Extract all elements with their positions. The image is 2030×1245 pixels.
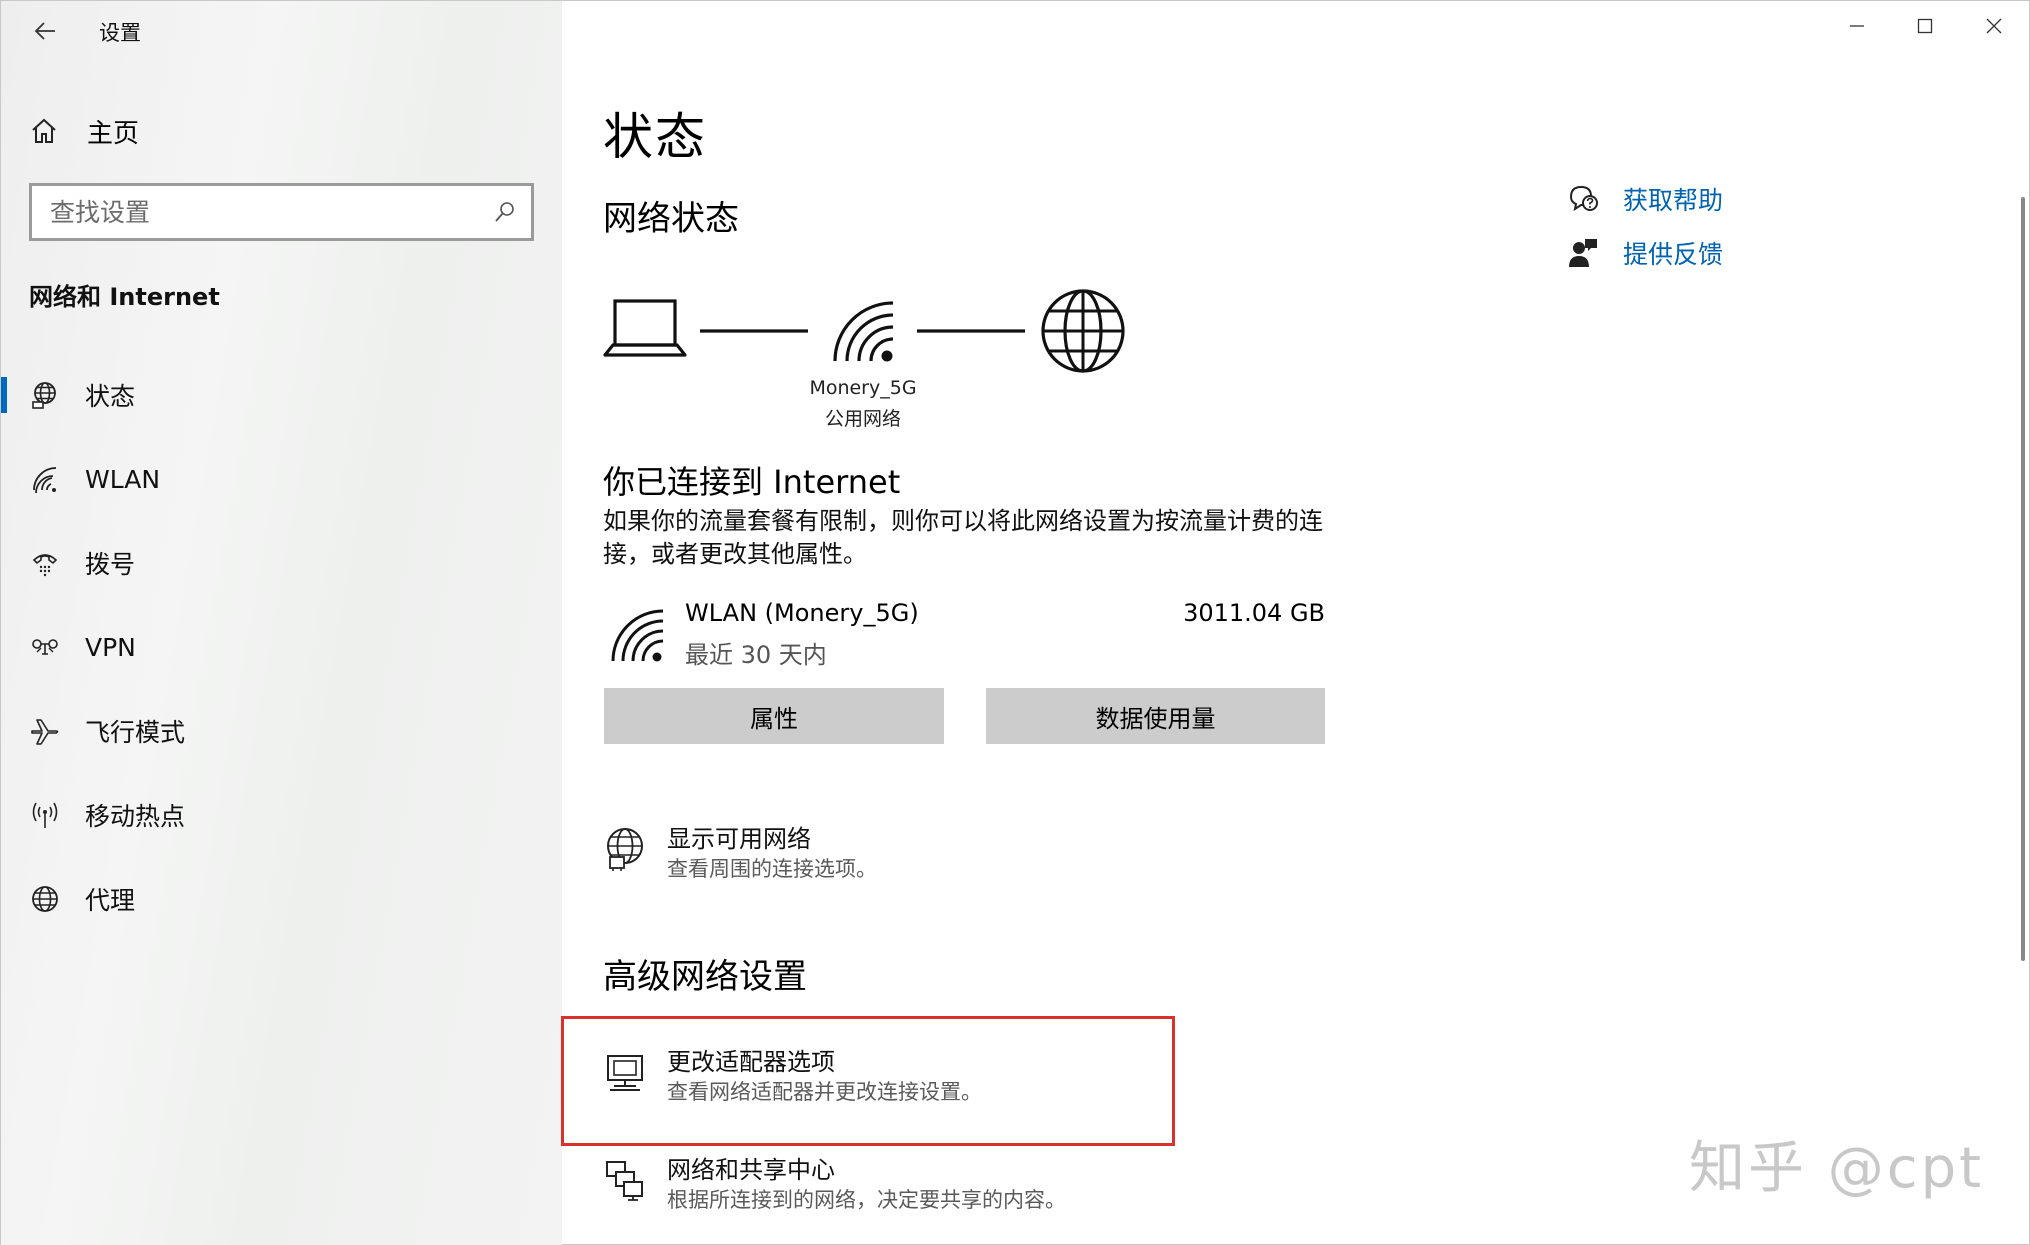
feedback-person-icon — [1567, 237, 1599, 269]
maximize-icon — [1917, 18, 1933, 34]
sidebar-item-hotspot[interactable]: 移动热点 — [1, 785, 562, 845]
back-arrow-icon — [34, 22, 55, 40]
network-globe-icon — [603, 823, 647, 873]
advanced-settings-heading: 高级网络设置 — [603, 957, 807, 997]
laptop-icon — [603, 299, 687, 357]
sidebar-item-airplane[interactable]: 飞行模式 — [1, 701, 562, 761]
wifi-icon — [29, 463, 61, 495]
sidebar-item-label: 移动热点 — [85, 802, 186, 831]
maximize-button[interactable] — [1892, 1, 1958, 51]
minimize-icon — [1850, 25, 1864, 27]
vpn-icon — [29, 631, 61, 663]
dialup-icon — [29, 547, 61, 579]
sharing-center-link[interactable]: 网络和共享中心 根据所连接到的网络，决定要共享的内容。 — [603, 1154, 1066, 1214]
sidebar-item-status[interactable]: 状态 — [1, 365, 562, 425]
network-status-heading: 网络状态 — [603, 199, 739, 239]
sidebar-item-proxy[interactable]: 代理 — [1, 869, 562, 929]
show-networks-desc: 查看周围的连接选项。 — [667, 857, 877, 881]
watermark: 知乎 @cpt — [1689, 1136, 1985, 1201]
wlan-usage-period: 最近 30 天内 — [685, 641, 827, 669]
globe-icon — [29, 883, 61, 915]
get-help-link[interactable]: 获取帮助 — [1567, 181, 1723, 217]
minimize-button[interactable] — [1824, 1, 1890, 51]
sidebar-item-wlan[interactable]: WLAN — [1, 449, 562, 509]
sharing-center-title: 网络和共享中心 — [667, 1156, 835, 1184]
close-icon — [1986, 18, 2002, 34]
sharing-center-desc: 根据所连接到的网络，决定要共享的内容。 — [667, 1188, 1066, 1212]
page-title: 状态 — [603, 108, 707, 166]
home-icon — [32, 118, 56, 143]
properties-button[interactable]: 属性 — [604, 688, 944, 744]
show-networks-title: 显示可用网络 — [667, 825, 811, 853]
help-chat-icon — [1567, 183, 1599, 215]
search-input[interactable] — [50, 197, 493, 227]
network-diagram — [603, 289, 1125, 373]
wlan-data-usage: 3011.04 GB — [1183, 599, 1325, 627]
search-icon[interactable] — [493, 200, 517, 224]
sidebar-item-label: 飞行模式 — [85, 718, 186, 747]
connected-title: 你已连接到 Internet — [603, 463, 901, 501]
data-usage-button[interactable]: 数据使用量 — [986, 688, 1325, 744]
wifi-signal-icon — [833, 301, 894, 362]
home-label: 主页 — [87, 118, 140, 149]
network-name-label: Monery_5G — [809, 377, 917, 399]
sidebar: 设置 主页 网络和 Internet 状态 WLAN 拨号 — [1, 1, 562, 1245]
search-box[interactable] — [29, 183, 534, 241]
highlight-box — [561, 1016, 1175, 1146]
sidebar-item-label: 代理 — [85, 886, 136, 915]
back-button[interactable] — [23, 11, 67, 51]
show-networks-link[interactable]: 显示可用网络 查看周围的连接选项。 — [603, 823, 877, 883]
sidebar-section-title: 网络和 Internet — [29, 283, 220, 311]
sharing-center-icon — [603, 1154, 647, 1204]
sidebar-item-label: WLAN — [85, 464, 161, 494]
close-button[interactable] — [1961, 1, 2027, 51]
hotspot-icon — [29, 799, 61, 831]
sidebar-item-label: 状态 — [85, 382, 136, 411]
feedback-label: 提供反馈 — [1623, 240, 1724, 269]
feedback-link[interactable]: 提供反馈 — [1567, 235, 1723, 271]
network-type-label: 公用网络 — [824, 408, 901, 430]
app-title: 设置 — [99, 21, 141, 45]
sidebar-item-home[interactable]: 主页 — [29, 111, 139, 151]
sidebar-item-vpn[interactable]: VPN — [1, 617, 562, 677]
settings-window: 设置 主页 网络和 Internet 状态 WLAN 拨号 — [0, 0, 2030, 1245]
internet-globe-icon — [1041, 289, 1125, 373]
wlan-connection-icon — [611, 609, 664, 662]
airplane-icon — [29, 715, 61, 747]
connected-description: 如果你的流量套餐有限制，则你可以将此网络设置为按流量计费的连接，或者更改其他属性… — [603, 507, 1323, 568]
wlan-connection-name: WLAN (Monery_5G) — [685, 599, 919, 627]
get-help-label: 获取帮助 — [1623, 186, 1724, 215]
status-globe-icon — [29, 379, 61, 411]
sidebar-item-label: 拨号 — [85, 550, 136, 579]
sidebar-item-dialup[interactable]: 拨号 — [1, 533, 562, 593]
sidebar-item-label: VPN — [85, 632, 136, 662]
scrollbar[interactable] — [2021, 197, 2025, 961]
